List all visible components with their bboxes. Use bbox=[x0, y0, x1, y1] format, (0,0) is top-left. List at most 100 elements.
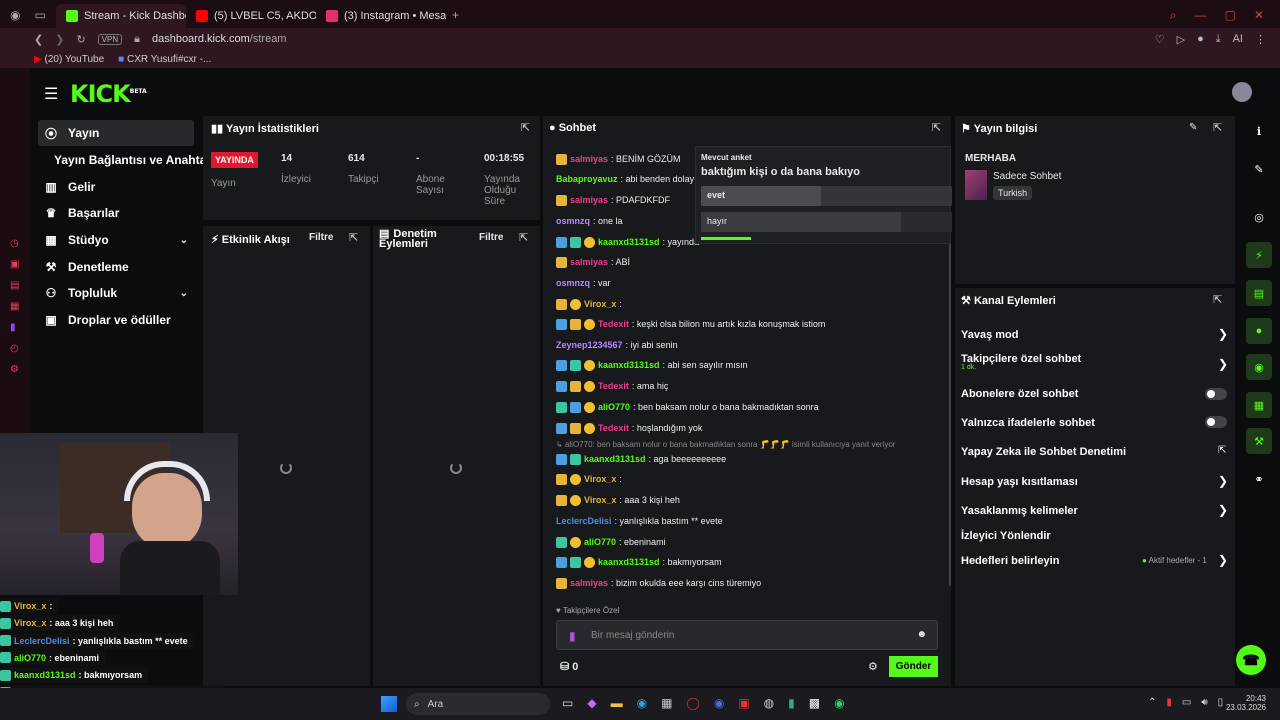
chat-username[interactable]: salmiyas bbox=[570, 257, 608, 267]
nav-item-studyo[interactable]: ▦ Stüdyo ⌄ bbox=[38, 227, 194, 253]
chat-settings-icon[interactable]: ⚙ bbox=[868, 660, 878, 673]
chat-message[interactable]: Zeynep1234567: iyi abi senin bbox=[556, 338, 678, 352]
send-button[interactable]: Gönder bbox=[889, 656, 938, 677]
poll-option-hayir[interactable]: hayır bbox=[701, 212, 952, 232]
broadcast-icon[interactable]: ◉ bbox=[1246, 354, 1272, 380]
layout-icon[interactable]: ▦ bbox=[1246, 392, 1272, 418]
points-display[interactable]: ⛁ 0 bbox=[560, 660, 578, 673]
chat-message[interactable]: kaanxd3131sd: aga beeeeeeeeee bbox=[556, 452, 726, 466]
chat-input[interactable]: ▮ Bir mesaj gönderin ☻ bbox=[556, 620, 938, 650]
chat-message[interactable]: Virox_x: aaa 3 kişi heh bbox=[556, 493, 680, 507]
whatsapp-icon[interactable]: ◉ bbox=[834, 696, 844, 710]
popout-icon[interactable]: ⇱ bbox=[349, 231, 358, 244]
support-button[interactable]: ☎ bbox=[1236, 645, 1266, 675]
nav-item-droplar[interactable]: ▣ Droplar ve ödüller bbox=[38, 307, 194, 333]
nav-item-denetleme[interactable]: ⚒ Denetleme bbox=[38, 254, 194, 280]
chat-username[interactable]: Zeynep1234567 bbox=[556, 340, 623, 350]
chat-username[interactable]: salmiyas bbox=[570, 154, 608, 164]
sidebar-chat-icon[interactable]: ▤ bbox=[10, 280, 19, 291]
hamburger-menu-icon[interactable]: ☰ bbox=[44, 84, 58, 104]
nav-item-yayin-baglantisi[interactable]: Yayın Bağlantısı ve Anahtarı bbox=[48, 147, 218, 173]
chat-username[interactable]: Babaproyavuz bbox=[556, 174, 618, 184]
popout-icon[interactable]: ⇱ bbox=[932, 121, 941, 134]
sidebar-mail-icon[interactable]: ▦ bbox=[10, 301, 19, 312]
copilot-icon[interactable]: ◆ bbox=[587, 696, 596, 710]
chat-username[interactable]: kaanxd3131sd bbox=[584, 454, 646, 464]
sidebar-bag-icon[interactable]: ▣ bbox=[10, 259, 19, 270]
external-link-icon[interactable]: ⇱ bbox=[1218, 445, 1226, 456]
filter-button[interactable]: Filtre bbox=[309, 232, 333, 243]
taskview-icon[interactable]: ▭ bbox=[562, 696, 573, 710]
bookmark-icon[interactable]: ♡ bbox=[1155, 33, 1165, 46]
info-icon[interactable]: ℹ bbox=[1246, 118, 1272, 144]
mic-icon[interactable]: ▮ bbox=[569, 629, 576, 643]
filter-button[interactable]: Filtre bbox=[479, 232, 503, 243]
volume-icon[interactable]: 🔊︎ bbox=[1201, 697, 1207, 708]
tab-strip-icon[interactable]: ▭ bbox=[34, 8, 45, 22]
opera-icon[interactable]: ◯ bbox=[686, 696, 699, 710]
maximize-icon[interactable]: ▢ bbox=[1225, 8, 1236, 23]
chat-username[interactable]: salmiyas bbox=[570, 195, 608, 205]
chat-message[interactable]: Tedexit: hoşlandığım yok bbox=[556, 421, 702, 435]
chat-message[interactable]: Virox_x: bbox=[556, 472, 622, 486]
chat-username[interactable]: Virox_x bbox=[584, 299, 616, 309]
chat-username[interactable]: osmnzq bbox=[556, 216, 590, 226]
chat-message[interactable]: aliO770: ebeninami bbox=[556, 535, 666, 549]
chat-username[interactable]: kaanxd3131sd bbox=[598, 360, 660, 370]
popout-icon[interactable]: ⇱ bbox=[521, 121, 530, 134]
capcut-icon[interactable]: ▩ bbox=[809, 696, 820, 710]
sidebar-settings-icon[interactable]: ⚙ bbox=[10, 364, 19, 375]
back-icon[interactable]: ❮ bbox=[34, 33, 43, 46]
chat-username[interactable]: Tedexit bbox=[598, 381, 629, 391]
action-slow-mode[interactable]: Yavaş mod bbox=[961, 329, 1018, 341]
chat-message[interactable]: LeclercDelisi: yanlışlıkla bastım ** eve… bbox=[556, 514, 723, 528]
action-banned-words[interactable]: Yasaklanmış kelimeler bbox=[961, 505, 1078, 517]
nav-item-gelir[interactable]: ▥ Gelir bbox=[38, 174, 194, 200]
new-tab-icon[interactable]: + bbox=[452, 8, 459, 22]
chat-username[interactable]: salmiyas bbox=[570, 578, 608, 588]
steam-icon[interactable]: ◍ bbox=[764, 696, 774, 710]
action-raid[interactable]: İzleyici Yönlendir bbox=[961, 530, 1051, 542]
edge-icon[interactable]: ◉ bbox=[637, 696, 647, 710]
chat-username[interactable]: LeclercDelisi bbox=[556, 516, 612, 526]
download-icon[interactable]: ⤓ bbox=[1216, 33, 1221, 46]
chat-username[interactable]: osmnzq bbox=[556, 278, 590, 288]
pencil-icon[interactable]: ✎ bbox=[1246, 156, 1272, 182]
chevron-right-icon[interactable]: ❯ bbox=[1218, 474, 1228, 488]
chat-message[interactable]: salmiyas: PDAFDKFDF bbox=[556, 193, 670, 207]
chat-message[interactable]: Virox_x: bbox=[556, 297, 622, 311]
close-icon[interactable]: ✕ bbox=[1254, 8, 1264, 23]
taskbar-search[interactable]: ⌕ Ara bbox=[406, 693, 550, 715]
minimize-icon[interactable]: — bbox=[1195, 8, 1207, 23]
emoji-icon[interactable]: ☻ bbox=[916, 629, 927, 640]
chat-username[interactable]: aliO770 bbox=[598, 402, 630, 412]
chevron-right-icon[interactable]: ❯ bbox=[1218, 327, 1228, 341]
action-subs-only[interactable]: Abonelere özel sohbet bbox=[961, 388, 1078, 400]
chat-username[interactable]: Tedexit bbox=[598, 423, 629, 433]
chat-message[interactable]: aliO770: ben baksam nolur o bana bakmadı… bbox=[556, 400, 819, 414]
chat-username[interactable]: Virox_x bbox=[584, 495, 616, 505]
nav-item-yayin[interactable]: ⦿ Yayın bbox=[38, 120, 194, 146]
chat-bubble-icon[interactable]: ● bbox=[1246, 318, 1272, 344]
popout-icon[interactable]: ⇱ bbox=[1213, 121, 1222, 134]
display-icon[interactable]: ▭ bbox=[1182, 697, 1191, 708]
emote-only-toggle[interactable] bbox=[1205, 416, 1227, 428]
reload-icon[interactable]: ↻ bbox=[76, 33, 85, 46]
tab-youtube[interactable]: (5) LVBEL C5, AKDO, / bbox=[186, 4, 316, 28]
search-tabs-icon[interactable]: ⌕ bbox=[1170, 8, 1177, 23]
wrench-icon[interactable]: ⚒ bbox=[1246, 428, 1272, 454]
camera-icon[interactable]: ◎ bbox=[1246, 204, 1272, 230]
tab-kick-dashboard[interactable]: Stream - Kick Dashboard bbox=[56, 4, 186, 28]
popout-icon[interactable]: ⇱ bbox=[1213, 293, 1222, 306]
chat-message[interactable]: kaanxd3131sd: abi sen sayılır mısın bbox=[556, 358, 748, 372]
chat-message[interactable]: osmnzq: var bbox=[556, 276, 611, 290]
action-account-age[interactable]: Hesap yaşı kısıtlaması bbox=[961, 476, 1078, 488]
extension-icon[interactable]: ● bbox=[1197, 33, 1204, 46]
store-icon[interactable]: ▦ bbox=[661, 696, 672, 710]
url-field[interactable]: dashboard.kick.com/stream bbox=[152, 33, 287, 45]
sidebar-clock-icon[interactable]: ◷ bbox=[10, 238, 19, 249]
app-icon[interactable]: ▣ bbox=[738, 696, 749, 710]
bookmark-youtube[interactable]: ▶ (20) YouTube bbox=[34, 54, 104, 65]
chat-message[interactable]: Tedexit: ama hiç bbox=[556, 379, 668, 393]
chat-message[interactable]: osmnzq: one la bbox=[556, 214, 623, 228]
